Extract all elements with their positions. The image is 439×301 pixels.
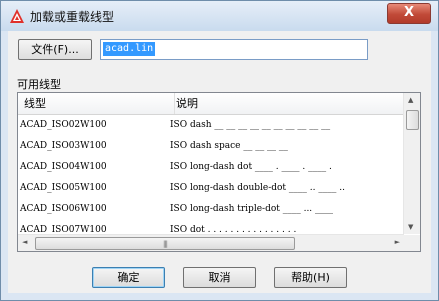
linetype-description: ISO dash space __ __ __ __: [170, 141, 288, 151]
scroll-right-icon[interactable]: ►: [395, 238, 400, 246]
linetype-name: ACAD_ISO04W100: [20, 162, 107, 172]
scroll-down-icon[interactable]: ▼: [408, 223, 413, 231]
dialog-body: 文件(F)... acad.lin 可用线型 线型 说明 ACAD_ISO02W…: [8, 31, 431, 293]
scroll-up-icon[interactable]: ▲: [408, 96, 413, 104]
linetype-description: ISO long-dash double-dot ____ .. ____ ..: [170, 183, 345, 193]
ok-button[interactable]: 确定: [92, 267, 165, 288]
vertical-scrollbar[interactable]: ▲ ▼: [403, 93, 420, 234]
linetype-list[interactable]: 线型 说明 ACAD_ISO02W100 ISO dash __ __ __ _…: [17, 92, 421, 252]
horizontal-scroll-thumb[interactable]: |||: [35, 237, 295, 250]
dialog-window: 加载或重载线型 X 文件(F)... acad.lin 可用线型 线型 说明 A…: [0, 0, 439, 301]
table-row[interactable]: ACAD_ISO06W100 ISO long-dash triple-dot …: [18, 199, 404, 220]
window-title: 加载或重载线型: [30, 10, 115, 24]
column-header-linetype[interactable]: 线型: [18, 93, 175, 114]
table-row[interactable]: ACAD_ISO04W100 ISO long-dash dot ____ . …: [18, 157, 404, 178]
help-button[interactable]: 帮助(H): [274, 267, 347, 288]
linetype-name: ACAD_ISO06W100: [20, 204, 107, 214]
title-bar[interactable]: 加载或重载线型 X: [1, 1, 438, 31]
horizontal-scrollbar[interactable]: ◄ ||| ►: [18, 234, 404, 251]
table-row[interactable]: ACAD_ISO02W100 ISO dash __ __ __ __ __ _…: [18, 115, 404, 136]
linetype-name: ACAD_ISO05W100: [20, 183, 107, 193]
linetype-description: ISO long-dash dot ____ . ____ . ____ .: [170, 162, 332, 172]
cancel-button[interactable]: 取消: [183, 267, 256, 288]
available-linetypes-label: 可用线型: [17, 78, 61, 91]
close-icon: X: [403, 5, 415, 20]
linetype-name: ACAD_ISO03W100: [20, 141, 107, 151]
scroll-left-icon[interactable]: ◄: [22, 238, 27, 246]
close-button[interactable]: X: [387, 3, 431, 24]
table-row[interactable]: ACAD_ISO03W100 ISO dash space __ __ __ _…: [18, 136, 404, 157]
column-header-description[interactable]: 说明: [170, 93, 198, 114]
scroll-grip-icon: |||: [162, 240, 168, 248]
file-button[interactable]: 文件(F)...: [18, 39, 92, 60]
linetype-description: ISO dash __ __ __ __ __ __ __ __ __ __: [170, 120, 331, 130]
file-name-value: acad.lin: [103, 42, 156, 56]
file-name-field[interactable]: acad.lin: [100, 39, 368, 60]
linetype-description: ISO long-dash triple-dot ____ ... ____: [170, 204, 334, 214]
vertical-scroll-thumb[interactable]: [406, 110, 419, 130]
table-row[interactable]: ACAD_ISO05W100 ISO long-dash double-dot …: [18, 178, 404, 199]
linetype-name: ACAD_ISO02W100: [20, 120, 107, 130]
scrollbar-corner: [404, 235, 420, 251]
autocad-app-icon: [10, 9, 24, 23]
list-header: 线型 说明: [18, 93, 404, 115]
